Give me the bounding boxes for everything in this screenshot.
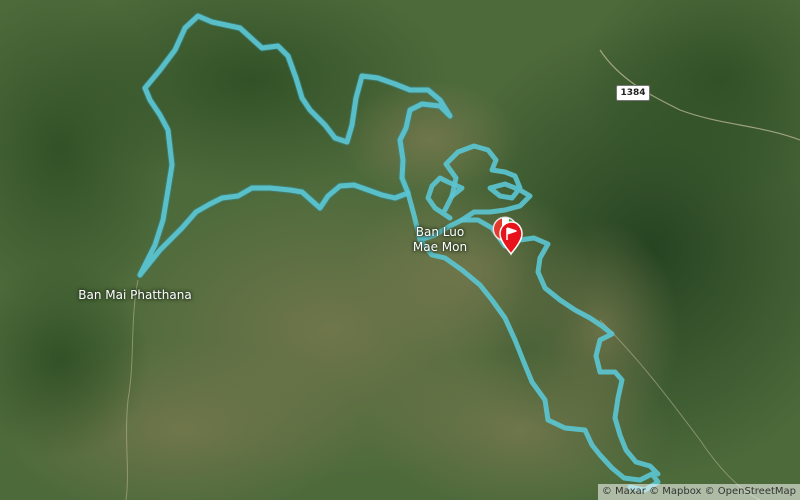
place-label-ban-luo-mae-mon: Ban Luo Mae Mon <box>412 225 468 254</box>
satellite-imagery <box>0 0 800 500</box>
map-attribution[interactable]: © Maxar © Mapbox © OpenStreetMap <box>597 484 800 500</box>
satellite-map[interactable]: Ban Mai Phatthana Ban Luo Mae Mon 1384 ©… <box>0 0 800 500</box>
road-shield-1384: 1384 <box>616 85 650 101</box>
place-label-ban-mai-phatthana: Ban Mai Phatthana <box>78 288 192 302</box>
